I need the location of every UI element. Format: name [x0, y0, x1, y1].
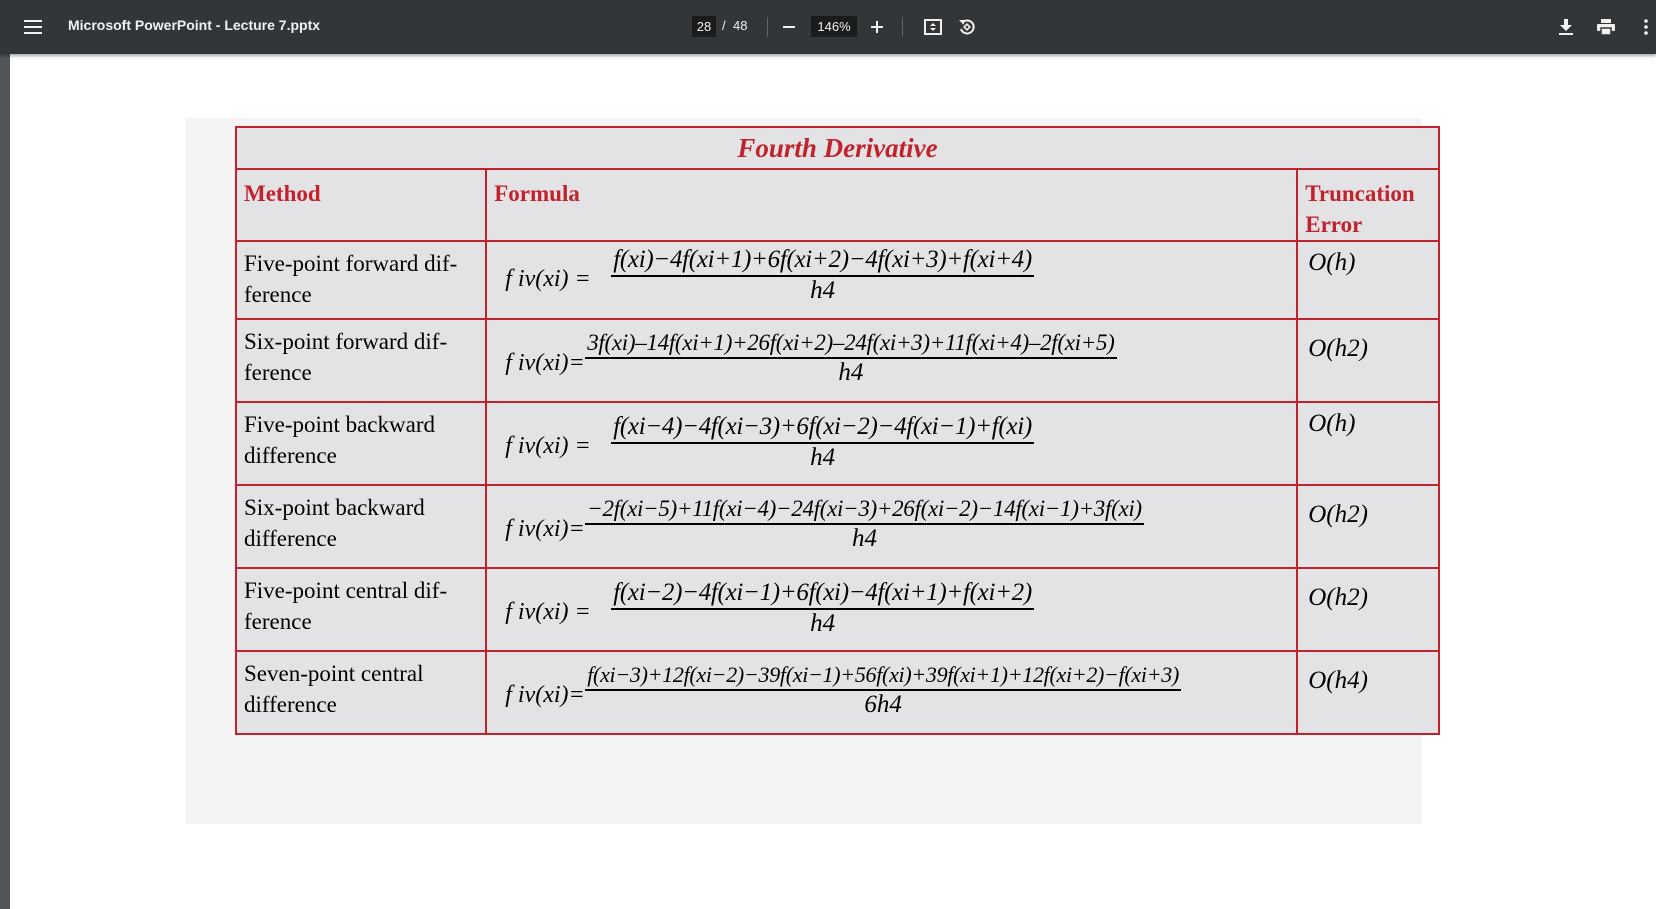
table-caption-cell: Fourth Derivative [235, 126, 1440, 170]
formula-denominator: 6h4 [864, 691, 902, 718]
more-options-icon[interactable] [1636, 12, 1656, 42]
pdf-toolbar: Microsoft PowerPoint - Lecture 7.pptx / … [0, 0, 1656, 54]
formula-fraction: f(xi−4)−4f(xi−3)+6f(xi−2)−4f(xi−1)+f(xi)… [611, 413, 1034, 472]
header-truncation-error: Truncation Error [1305, 181, 1415, 237]
formula-denominator: h4 [810, 277, 836, 304]
method-name: Seven-point central difference [244, 661, 424, 717]
table-caption: Fourth Derivative [737, 133, 938, 163]
formula-denominator: h4 [838, 359, 864, 386]
formula-lhs: f iv(xi)= [505, 350, 585, 376]
rotate-icon[interactable] [952, 12, 982, 42]
page-separator: / [722, 18, 726, 33]
method-name: Six-point backward difference [244, 495, 425, 551]
method-name: Five-point central dif-ference [244, 578, 448, 634]
formula-denominator: h4 [810, 610, 836, 637]
formula-lhs: f iv(xi) = [505, 433, 591, 459]
formula-numerator: −2f(xi−5)+11f(xi−4)−24f(xi−3)+26f(xi−2)−… [585, 496, 1144, 525]
zoom-level-input[interactable]: 146% [811, 16, 857, 37]
formula-lhs: f iv(xi)= [505, 682, 585, 708]
formula-fraction: f(xi−3)+12f(xi−2)−39f(xi−1)+56f(xi)+39f(… [585, 662, 1181, 719]
method-name: Five-point forward dif-ference [244, 251, 458, 307]
formula-cell: f iv(xi) = f(xi−2)−4f(xi−1)+6f(xi)−4f(xi… [485, 567, 1299, 652]
formula-lhs: f iv(xi) = [505, 599, 591, 625]
formula-numerator: f(xi−2)−4f(xi−1)+6f(xi)−4f(xi+1)+f(xi+2) [611, 579, 1034, 610]
method-name: Six-point forward dif-ference [244, 329, 448, 385]
truncation-error: O(h) [1308, 410, 1356, 437]
toolbar-divider [902, 17, 903, 37]
formula-cell: f iv(xi) = f(xi)−4f(xi+1)+6f(xi+2)−4f(xi… [485, 240, 1299, 320]
document-title: Microsoft PowerPoint - Lecture 7.pptx [68, 17, 321, 33]
formula-cell: f iv(xi)= −2f(xi−5)+11f(xi−4)−24f(xi−3)+… [485, 484, 1299, 569]
header-formula: Formula [494, 181, 580, 206]
formula-denominator: h4 [810, 444, 836, 471]
table-row: Five-point forward dif-ference f iv(xi) … [234, 240, 1440, 320]
formula-lhs: f iv(xi)= [505, 516, 585, 542]
formula-numerator: f(xi−4)−4f(xi−3)+6f(xi−2)−4f(xi−1)+f(xi) [611, 413, 1034, 444]
fourth-derivative-table: Fourth Derivative Method Formula Truncat… [234, 126, 1440, 735]
header-error-cell: Truncation Error [1296, 168, 1440, 242]
formula-fraction: f(xi−2)−4f(xi−1)+6f(xi)−4f(xi+1)+f(xi+2)… [611, 579, 1034, 638]
header-method: Method [244, 181, 321, 206]
menu-icon[interactable] [18, 12, 48, 42]
truncation-error: O(h4) [1308, 667, 1368, 694]
truncation-error: O(h) [1308, 249, 1356, 276]
formula-cell: f iv(xi)= f(xi−3)+12f(xi−2)−39f(xi−1)+56… [485, 650, 1299, 735]
table-row: Five-point central dif-ference f iv(xi) … [234, 567, 1440, 652]
table-row: Six-point forward dif-ference f iv(xi)= … [234, 318, 1440, 403]
formula-fraction: −2f(xi−5)+11f(xi−4)−24f(xi−3)+26f(xi−2)−… [585, 496, 1144, 553]
print-icon[interactable] [1591, 12, 1621, 42]
formula-numerator: f(xi−3)+12f(xi−2)−39f(xi−1)+56f(xi)+39f(… [585, 662, 1181, 691]
formula-numerator: 3f(xi)–14f(xi+1)+26f(xi+2)–24f(xi+3)+11f… [585, 330, 1117, 359]
table-row: Five-point backward difference f iv(xi) … [234, 401, 1440, 486]
formula-fraction: f(xi)−4f(xi+1)+6f(xi+2)−4f(xi+3)+f(xi+4)… [611, 246, 1034, 305]
method-name: Five-point backward difference [244, 412, 435, 468]
formula-cell: f iv(xi) = f(xi−4)−4f(xi−3)+6f(xi−2)−4f(… [485, 401, 1299, 486]
toolbar-divider [767, 17, 768, 37]
truncation-error: O(h2) [1308, 335, 1368, 362]
formula-denominator: h4 [852, 525, 878, 552]
table-row: Seven-point central difference f iv(xi)=… [234, 650, 1440, 735]
page-number-input[interactable] [692, 16, 716, 37]
header-method-cell: Method [234, 168, 488, 242]
fit-to-page-icon[interactable] [918, 12, 948, 42]
truncation-error: O(h2) [1308, 501, 1368, 528]
download-icon[interactable] [1551, 12, 1581, 42]
zoom-in-icon[interactable] [864, 14, 890, 40]
truncation-error: O(h2) [1308, 584, 1368, 611]
table-row: Six-point backward difference f iv(xi)= … [234, 484, 1440, 569]
formula-fraction: 3f(xi)–14f(xi+1)+26f(xi+2)–24f(xi+3)+11f… [585, 330, 1117, 387]
formula-cell: f iv(xi)= 3f(xi)–14f(xi+1)+26f(xi+2)–24f… [485, 318, 1299, 403]
formula-lhs: f iv(xi) = [505, 266, 591, 292]
total-pages: 48 [733, 18, 748, 33]
formula-numerator: f(xi)−4f(xi+1)+6f(xi+2)−4f(xi+3)+f(xi+4) [611, 246, 1034, 277]
header-formula-cell: Formula [485, 168, 1299, 242]
zoom-out-icon[interactable] [776, 14, 802, 40]
